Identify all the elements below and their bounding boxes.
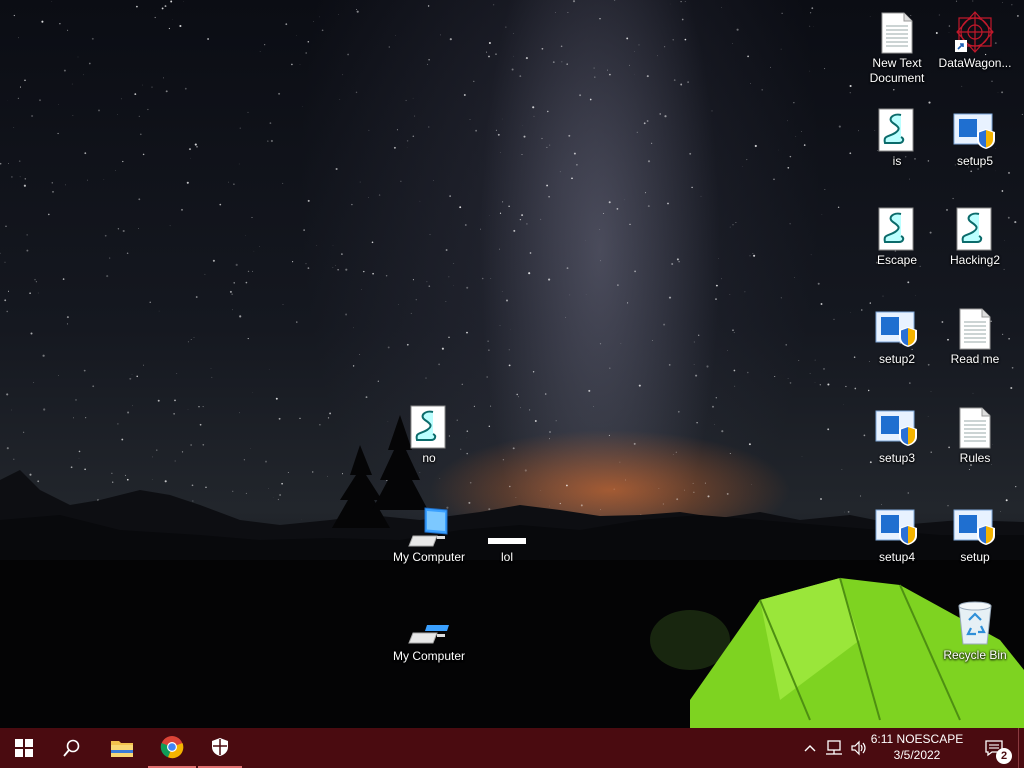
notification-count: 2 bbox=[996, 748, 1012, 764]
taskbar-clock[interactable]: 6:11 NOESCAPE 3/5/2022 bbox=[870, 731, 964, 763]
desktop-icon-label: lol bbox=[500, 550, 513, 564]
desktop-icon-label: Read me bbox=[950, 352, 1000, 366]
desktop-icon-label: setup3 bbox=[878, 451, 916, 465]
taskbar: 6:11 NOESCAPE 3/5/2022 2 bbox=[0, 728, 1024, 768]
desktop-icon-rules[interactable]: Rules bbox=[938, 403, 1012, 466]
volume-icon bbox=[851, 740, 866, 756]
clock-date: 3/5/2022 bbox=[893, 748, 941, 762]
desktop-icon-lol[interactable]: lol bbox=[470, 502, 544, 565]
desktop-icon-label: Escape bbox=[876, 253, 918, 267]
desktop-icon-escape[interactable]: Escape bbox=[860, 205, 934, 268]
text-file-icon bbox=[953, 403, 997, 449]
desktop-icon-label: is bbox=[892, 154, 902, 168]
desktop-icon-read-me[interactable]: Read me bbox=[938, 304, 1012, 367]
show-hidden-icons-button[interactable] bbox=[800, 728, 820, 768]
desktop-icon-setup[interactable]: setup bbox=[938, 502, 1012, 565]
desktop-icon-datawagon[interactable]: DataWagon... bbox=[938, 8, 1012, 71]
desktop: New Text Document DataWagon... is setup5 Esc… bbox=[0, 0, 1024, 728]
desktop-icon-recycle-bin[interactable]: Recycle Bin bbox=[938, 600, 1012, 663]
desktop-icon-label: DataWagon... bbox=[938, 56, 1012, 70]
desktop-icon-no[interactable]: no bbox=[392, 403, 466, 466]
desktop-icon-label: setup bbox=[960, 550, 990, 564]
desktop-icon-label: setup5 bbox=[956, 154, 994, 168]
action-center-button[interactable]: 2 bbox=[976, 728, 1012, 768]
desktop-icon-my-computer[interactable]: My Computer bbox=[392, 601, 466, 664]
network-button[interactable] bbox=[822, 728, 846, 768]
computer-small-icon bbox=[407, 601, 451, 647]
script-icon bbox=[875, 205, 919, 251]
desktop-icon-label: Recycle Bin bbox=[943, 648, 1007, 662]
clock-time: 6:11 NOESCAPE bbox=[870, 732, 964, 746]
search-icon bbox=[63, 739, 80, 757]
script-icon bbox=[875, 106, 919, 152]
security-button[interactable] bbox=[198, 728, 242, 768]
text-file-icon bbox=[875, 8, 919, 54]
computer-icon bbox=[407, 502, 451, 548]
installer-icon bbox=[953, 106, 997, 152]
desktop-icon-my-computer[interactable]: My Computer bbox=[392, 502, 466, 565]
desktop-icon-label: My Computer bbox=[392, 550, 466, 564]
shortcut-icon bbox=[953, 8, 997, 54]
desktop-icon-setup5[interactable]: setup5 bbox=[938, 106, 1012, 169]
desktop-icon-setup2[interactable]: setup2 bbox=[860, 304, 934, 367]
chrome-button[interactable] bbox=[148, 728, 196, 768]
installer-icon bbox=[953, 502, 997, 548]
chevron-up-icon bbox=[804, 745, 816, 752]
chrome-icon bbox=[160, 736, 184, 759]
text-file-icon bbox=[953, 304, 997, 350]
installer-icon bbox=[875, 502, 919, 548]
desktop-icon-setup3[interactable]: setup3 bbox=[860, 403, 934, 466]
shield-icon bbox=[212, 738, 228, 756]
script-icon bbox=[407, 403, 451, 449]
script-icon bbox=[953, 205, 997, 251]
recycle-bin-icon bbox=[953, 600, 997, 646]
search-button[interactable] bbox=[48, 728, 96, 768]
desktop-icon-label: setup4 bbox=[878, 550, 916, 564]
file-explorer-button[interactable] bbox=[98, 728, 146, 768]
windows-logo-icon bbox=[15, 739, 33, 757]
desktop-icon-label: Rules bbox=[959, 451, 991, 465]
desktop-icon-label: New Text Document bbox=[869, 56, 925, 85]
desktop-icon-label: no bbox=[422, 451, 436, 465]
desktop-icon-label: Hacking2 bbox=[949, 253, 1001, 267]
file-explorer-icon bbox=[111, 741, 133, 757]
desktop-icon-label: My Computer bbox=[392, 649, 466, 663]
desktop-icon-new-text-document[interactable]: New Text Document bbox=[860, 8, 934, 86]
desktop-icon-setup4[interactable]: setup4 bbox=[860, 502, 934, 565]
desktop-icon-label: setup2 bbox=[878, 352, 916, 366]
desktop-icon-is[interactable]: is bbox=[860, 106, 934, 169]
installer-icon bbox=[875, 304, 919, 350]
start-button[interactable] bbox=[0, 728, 48, 768]
installer-icon bbox=[875, 403, 919, 449]
desktop-icon-hacking2[interactable]: Hacking2 bbox=[938, 205, 1012, 268]
show-desktop-button[interactable] bbox=[1018, 728, 1024, 768]
blank-icon bbox=[485, 502, 529, 548]
network-icon bbox=[826, 740, 842, 755]
volume-button[interactable] bbox=[848, 728, 870, 768]
